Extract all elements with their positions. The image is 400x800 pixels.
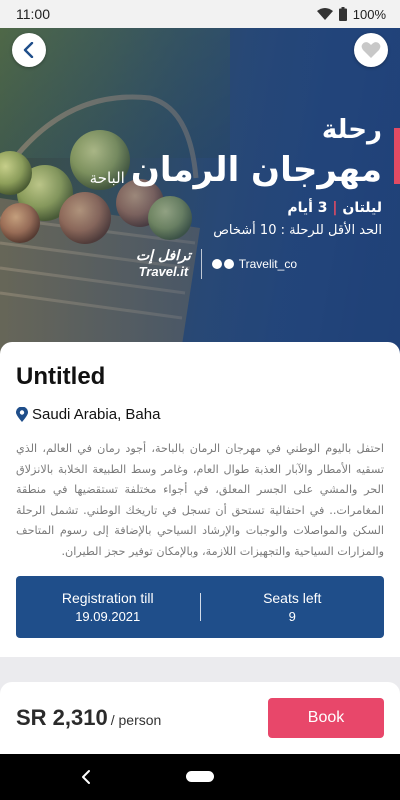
nav-back-icon[interactable]: [80, 768, 94, 786]
trip-details-card: Untitled Saudi Arabia, Baha احتفل باليوم…: [0, 342, 400, 657]
status-time: 11:00: [16, 6, 50, 22]
status-bar: 11:00 100%: [0, 0, 400, 28]
battery-icon: [338, 7, 347, 21]
brand-logo-english: Travel.it: [138, 264, 189, 279]
book-button[interactable]: Book: [268, 698, 384, 738]
battery-level: 100%: [352, 6, 386, 22]
trip-location-text: Saudi Arabia, Baha: [32, 406, 161, 423]
price-unit: / person: [110, 712, 162, 728]
price-amount: SR 2,310: [16, 705, 108, 730]
booking-bar: SR 2,310 / person Book: [0, 682, 400, 754]
registration-date: 19.09.2021: [75, 609, 141, 624]
seats-info: Seats left 9: [201, 588, 385, 626]
hero-location: الباحة: [89, 169, 125, 187]
trip-title: Untitled: [16, 363, 106, 390]
hero-title-small: رحلة: [321, 115, 382, 145]
hero-accent-bar: [394, 128, 400, 184]
system-nav-bar: [0, 754, 400, 800]
hero-duration-days: 3 أيام: [287, 200, 328, 216]
back-button[interactable]: [12, 33, 46, 67]
status-indicators: 100%: [316, 6, 386, 22]
trip-info-box: Registration till 19.09.2021 Seats left …: [16, 576, 384, 638]
trip-location: Saudi Arabia, Baha: [16, 406, 384, 423]
brand-social: Travelit_co: [211, 256, 297, 271]
wifi-icon: [316, 8, 333, 20]
nav-home-pill[interactable]: [186, 771, 214, 782]
hero-duration: ليلتان | 3 أيام: [42, 196, 382, 220]
hero-title-big: مهرجان الرمان: [130, 150, 382, 190]
favorite-button[interactable]: [354, 33, 388, 67]
brand-logo-arabic: ترافل إت: [136, 248, 191, 264]
hero-title-row: مهرجان الرمان الباحة: [42, 148, 382, 192]
hero-duration-nights: ليلتان: [342, 200, 382, 216]
hero-text: رحلة مهرجان الرمان الباحة ليلتان | 3 أيا…: [42, 112, 382, 242]
trip-description: احتفل باليوم الوطني في مهرجان الرمان بال…: [16, 442, 384, 558]
social-icons: [211, 258, 234, 269]
social-handle: Travelit_co: [238, 256, 297, 271]
hero-banner: رحلة مهرجان الرمان الباحة ليلتان | 3 أيا…: [0, 28, 400, 358]
seats-label: Seats left: [263, 590, 322, 606]
registration-label: Registration till: [61, 590, 154, 606]
brand-divider: [200, 248, 202, 279]
duration-separator: |: [332, 200, 338, 216]
brand-logo: ترافل إت Travel.it: [136, 248, 191, 279]
chevron-left-icon: [23, 42, 34, 58]
trip-detail-screen: 11:00 100% رحلة مهرجان الرمان الباحة ليل…: [0, 0, 400, 800]
hero-min-people: الحد الأقل للرحلة : 10 أشخاص: [213, 223, 382, 238]
price: SR 2,310 / person: [16, 705, 161, 731]
brand-row: ترافل إت Travel.it Travelit_co: [136, 248, 297, 279]
location-pin-icon: [16, 407, 28, 422]
seats-count: 9: [288, 609, 296, 624]
heart-icon: [361, 42, 381, 58]
registration-info: Registration till 19.09.2021: [16, 588, 200, 626]
